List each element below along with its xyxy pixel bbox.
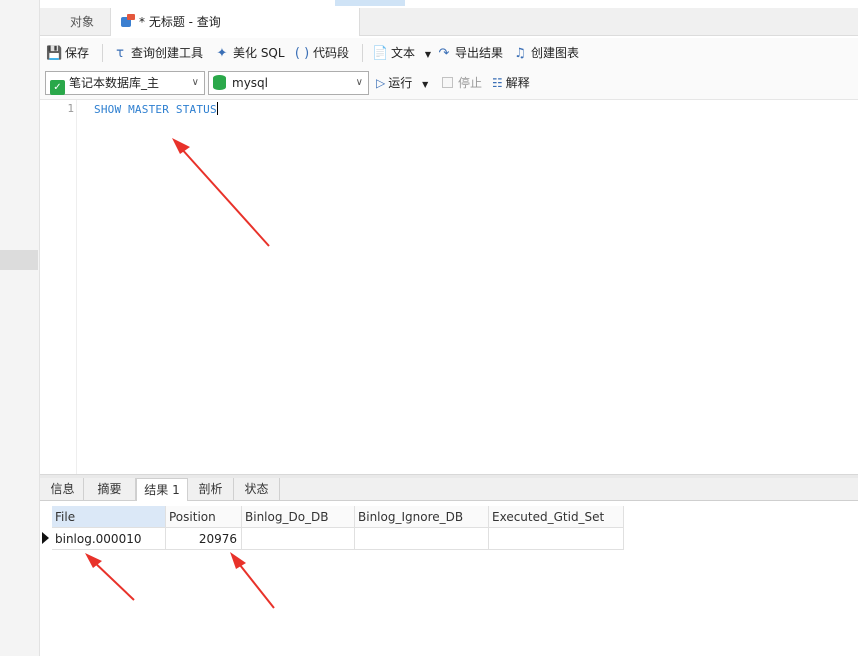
- line-numbers: 1: [40, 100, 77, 474]
- chevron-down-icon: ∨: [355, 77, 363, 88]
- connection-value: 笔记本数据库_主: [69, 76, 160, 90]
- tab-objects[interactable]: 对象: [52, 8, 112, 36]
- text-button[interactable]: 📄 文本 ▼: [372, 42, 431, 64]
- cell-binlog-do-db[interactable]: [242, 528, 355, 550]
- text-cursor: [216, 102, 218, 115]
- save-button[interactable]: 💾 保存: [46, 42, 89, 64]
- create-chart-label: 创建图表: [531, 46, 580, 60]
- tab-bar: 对象 * 无标题 - 查询: [40, 8, 858, 36]
- line-number: 1: [67, 102, 74, 115]
- column-header-executed-gtid-set[interactable]: Executed_Gtid_Set: [489, 506, 624, 528]
- text-label: 文本: [391, 46, 416, 60]
- column-header-binlog-do-db[interactable]: Binlog_Do_DB: [242, 506, 355, 528]
- chart-icon: ♫: [514, 46, 526, 61]
- tab-query-label: * 无标题 - 查询: [139, 15, 221, 29]
- beautify-sql-button[interactable]: ✦ 美化 SQL: [214, 42, 285, 64]
- stop-icon: [442, 77, 453, 88]
- database-icon: [213, 75, 226, 90]
- save-icon: 💾: [46, 46, 63, 61]
- beautify-icon: ✦: [216, 46, 228, 61]
- left-panel: [0, 0, 40, 656]
- window-accent: [335, 0, 405, 6]
- code-snippet-button[interactable]: ( ) 代码段: [294, 42, 349, 64]
- result-grid: File Position Binlog_Do_DB Binlog_Ignore…: [40, 501, 858, 656]
- connection-bar: ✓ 笔记本数据库_主 ∨ mysql ∨ ▷ 运行 ▼ 停止 ☷ 解释: [40, 68, 858, 100]
- query-builder-button[interactable]: τ 查询创建工具: [112, 42, 203, 64]
- cell-position[interactable]: 20976: [166, 528, 242, 550]
- tab-info[interactable]: 信息: [42, 478, 84, 501]
- export-results-button[interactable]: ↷ 导出结果: [436, 42, 503, 64]
- tab-query[interactable]: * 无标题 - 查询: [110, 8, 360, 36]
- result-tabs: 信息 摘要 结果 1 剖析 状态: [40, 478, 858, 502]
- connection-select[interactable]: ✓ 笔记本数据库_主 ∨: [45, 71, 205, 95]
- database-value: mysql: [232, 76, 268, 90]
- query-icon: [121, 14, 135, 28]
- chevron-down-icon: ▼: [422, 80, 429, 89]
- query-builder-icon: τ: [116, 46, 124, 61]
- explain-label: 解释: [505, 76, 530, 90]
- current-row-indicator-icon: [42, 532, 49, 544]
- explain-icon: ☷: [492, 76, 503, 90]
- cell-file[interactable]: binlog.000010: [52, 528, 166, 550]
- connection-icon: ✓: [50, 80, 65, 95]
- run-button[interactable]: ▷ 运行 ▼: [376, 72, 428, 94]
- column-header-binlog-ignore-db[interactable]: Binlog_Ignore_DB: [355, 506, 489, 528]
- create-chart-button[interactable]: ♫ 创建图表: [512, 42, 579, 64]
- table-row[interactable]: binlog.000010 20976: [40, 528, 640, 550]
- query-builder-label: 查询创建工具: [131, 46, 204, 60]
- cell-binlog-ignore-db[interactable]: [355, 528, 489, 550]
- save-label: 保存: [65, 46, 90, 60]
- chevron-down-icon: ▼: [424, 50, 431, 59]
- stop-button[interactable]: 停止: [442, 72, 482, 94]
- tab-summary[interactable]: 摘要: [84, 478, 136, 501]
- sql-code[interactable]: SHOW MASTER STATUS: [94, 102, 218, 116]
- explain-button[interactable]: ☷ 解释: [492, 72, 530, 94]
- cell-executed-gtid-set[interactable]: [489, 528, 624, 550]
- export-label: 导出结果: [455, 46, 504, 60]
- sql-text: SHOW MASTER STATUS: [94, 103, 217, 116]
- stop-label: 停止: [458, 76, 483, 90]
- text-icon: 📄: [372, 46, 389, 61]
- beautify-label: 美化 SQL: [233, 46, 285, 60]
- left-panel-selection: [0, 250, 38, 270]
- column-header-position[interactable]: Position: [166, 506, 242, 528]
- query-toolbar: 💾 保存 τ 查询创建工具 ✦ 美化 SQL ( ) 代码段 📄 文本 ▼ ↷ 导出结果 ♫…: [40, 38, 858, 68]
- toolbar-divider: [362, 44, 363, 62]
- sql-editor[interactable]: 1 SHOW MASTER STATUS: [40, 100, 858, 474]
- code-snippet-label: 代码段: [313, 46, 350, 60]
- toolbar-divider: [102, 44, 103, 62]
- database-select[interactable]: mysql ∨: [208, 71, 369, 95]
- tab-status[interactable]: 状态: [234, 478, 280, 501]
- play-icon: ▷: [376, 76, 386, 90]
- chevron-down-icon: ∨: [191, 77, 199, 88]
- tab-profile[interactable]: 剖析: [188, 478, 234, 501]
- run-label: 运行: [388, 76, 413, 90]
- export-icon: ↷: [438, 46, 450, 61]
- code-snippet-icon: ( ): [294, 46, 310, 61]
- column-header-file[interactable]: File: [52, 506, 166, 528]
- tab-result-1[interactable]: 结果 1: [136, 478, 188, 502]
